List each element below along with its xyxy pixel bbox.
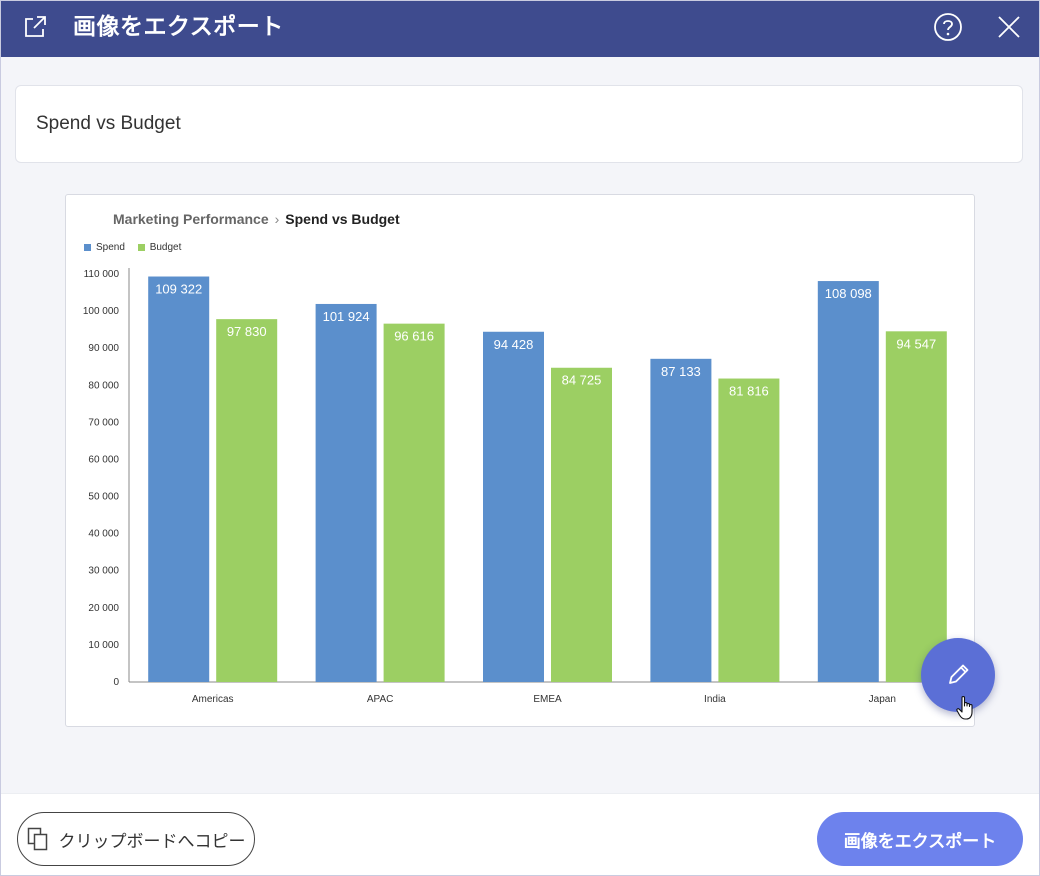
bar-budget-india (718, 378, 780, 682)
copy-to-clipboard-label: クリップボードへコピー (58, 831, 246, 852)
copy-icon (27, 827, 47, 851)
breadcrumb-separator: › (274, 211, 280, 227)
y-tick-label: 60 000 (88, 454, 119, 465)
legend-item-budget: Budget (137, 242, 182, 253)
x-tick-label: APAC (367, 694, 394, 705)
legend-swatch-budget (137, 244, 145, 251)
legend-label-budget: Budget (149, 242, 182, 253)
image-name-field-container (15, 85, 1023, 163)
bar-spend-apac (315, 303, 377, 682)
hand-cursor-icon (956, 695, 973, 720)
bar-data-label: 109 322 (155, 282, 202, 297)
dialog-title: 画像をエクスポート (73, 14, 284, 40)
y-tick-label: 30 000 (88, 566, 119, 577)
y-tick-label: 20 000 (88, 603, 119, 614)
bar-budget-emea (551, 367, 612, 682)
export-image-dialog: 画像をエクスポート 0 10 000 20 000 30 000 40 000 50 00… (0, 0, 1040, 876)
bar-data-label: 87 133 (661, 364, 701, 379)
export-image-label: 画像をエクスポート (843, 831, 997, 852)
y-tick-label: 100 000 (83, 306, 120, 317)
y-tick-label: 110 000 (84, 269, 120, 280)
chart-legend: Spend Budget (84, 242, 191, 254)
bar-data-label: 94 547 (896, 336, 936, 351)
y-tick-label: 50 000 (88, 492, 119, 503)
bar-data-label: 97 830 (227, 324, 267, 339)
chart-preview: 0 10 000 20 000 30 000 40 000 50 000 60 000 70 … (65, 194, 975, 727)
bar-data-label: 96 616 (394, 329, 434, 344)
x-tick-label: EMEA (533, 694, 562, 705)
help-circle-icon[interactable] (933, 12, 963, 42)
legend-swatch-spend (84, 244, 91, 251)
y-tick-label: 70 000 (88, 417, 119, 428)
bar-data-label: 84 725 (562, 373, 602, 388)
bar-data-label: 94 428 (494, 337, 534, 352)
bar-budget-americas (216, 319, 278, 682)
y-tick-label: 90 000 (88, 343, 119, 354)
bar-spend-americas (148, 276, 210, 682)
bar-data-label: 108 098 (825, 286, 872, 301)
bar-spend-emea (483, 331, 544, 682)
copy-to-clipboard-button[interactable]: クリップボードへコピー (17, 812, 255, 866)
external-link-icon (25, 16, 46, 37)
close-icon[interactable] (995, 13, 1023, 41)
x-tick-label: India (704, 694, 726, 705)
y-tick-label: 40 000 (88, 529, 119, 540)
bar-chart: 0 10 000 20 000 30 000 40 000 50 000 60 000 70 … (83, 268, 966, 705)
breadcrumb-current: Spend vs Budget (285, 211, 400, 227)
legend-item-spend: Spend (84, 242, 125, 253)
bar-spend-japan (817, 281, 879, 682)
y-tick-label: 80 000 (88, 380, 119, 391)
image-name-input[interactable] (36, 86, 996, 162)
export-image-button[interactable]: 画像をエクスポート (817, 812, 1023, 866)
bar-data-label: 101 924 (323, 309, 370, 324)
x-tick-label: Japan (869, 694, 896, 705)
dialog-footer: クリップボードへコピー 画像をエクスポート (1, 793, 1039, 875)
y-tick-label: 10 000 (88, 640, 119, 651)
bar-spend-india (650, 358, 712, 682)
y-tick-label: 0 (113, 677, 119, 688)
bar-budget-apac (383, 323, 445, 682)
legend-label-spend: Spend (96, 242, 125, 253)
bar-budget-japan (885, 331, 947, 682)
breadcrumb: Marketing Performance › Spend vs Budget (113, 211, 400, 227)
pencil-icon (949, 664, 969, 684)
bar-data-label: 81 816 (729, 384, 769, 399)
breadcrumb-parent[interactable]: Marketing Performance (113, 211, 269, 227)
dialog-titlebar: 画像をエクスポート (1, 1, 1039, 57)
x-tick-label: Americas (192, 694, 234, 705)
